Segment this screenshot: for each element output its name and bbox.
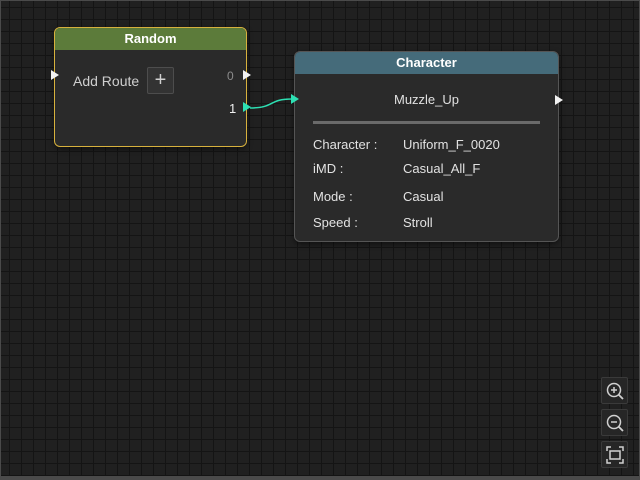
add-route-label: Add Route <box>73 73 140 89</box>
zoom-out-icon <box>606 414 624 432</box>
random-output-port-0-icon[interactable] <box>243 70 251 80</box>
property-key: Mode : <box>313 189 353 204</box>
random-node-title: Random <box>55 28 246 50</box>
character-input-port-icon[interactable] <box>291 94 299 104</box>
property-key: Speed : <box>313 215 358 230</box>
character-node[interactable]: Character Muzzle_Up Character : Uniform_F… <box>294 51 559 242</box>
random-node[interactable]: Random Add Route + 0 1 <box>54 27 247 147</box>
zoom-out-button[interactable] <box>601 409 628 436</box>
random-input-port-icon[interactable] <box>51 70 59 80</box>
character-output-port-icon[interactable] <box>555 95 563 105</box>
property-value: Uniform_F_0020 <box>403 137 500 152</box>
output-port-0-label: 0 <box>227 69 234 83</box>
fit-view-button[interactable] <box>601 441 628 468</box>
zoom-in-button[interactable] <box>601 377 628 404</box>
output-port-1-label: 1 <box>229 101 237 116</box>
property-key: iMD : <box>313 161 344 176</box>
random-output-port-1-icon[interactable] <box>243 102 251 112</box>
character-node-subtitle: Muzzle_Up <box>393 92 460 107</box>
zoom-in-icon <box>606 382 624 400</box>
property-row-speed: Speed : Stroll <box>313 215 433 230</box>
bottom-border <box>0 476 640 480</box>
add-route-button[interactable]: + <box>147 67 174 94</box>
property-value: Casual_All_F <box>403 161 481 176</box>
character-node-title: Character <box>295 52 558 74</box>
property-value: Stroll <box>403 215 433 230</box>
property-row-character: Character : Uniform_F_0020 <box>313 137 500 152</box>
property-row-mode: Mode : Casual <box>313 189 443 204</box>
property-value: Casual <box>403 189 444 204</box>
divider <box>313 121 540 124</box>
property-key: Character : <box>313 137 378 152</box>
fit-view-icon <box>605 445 624 464</box>
property-row-imd: iMD : Casual_All_F <box>313 161 480 176</box>
